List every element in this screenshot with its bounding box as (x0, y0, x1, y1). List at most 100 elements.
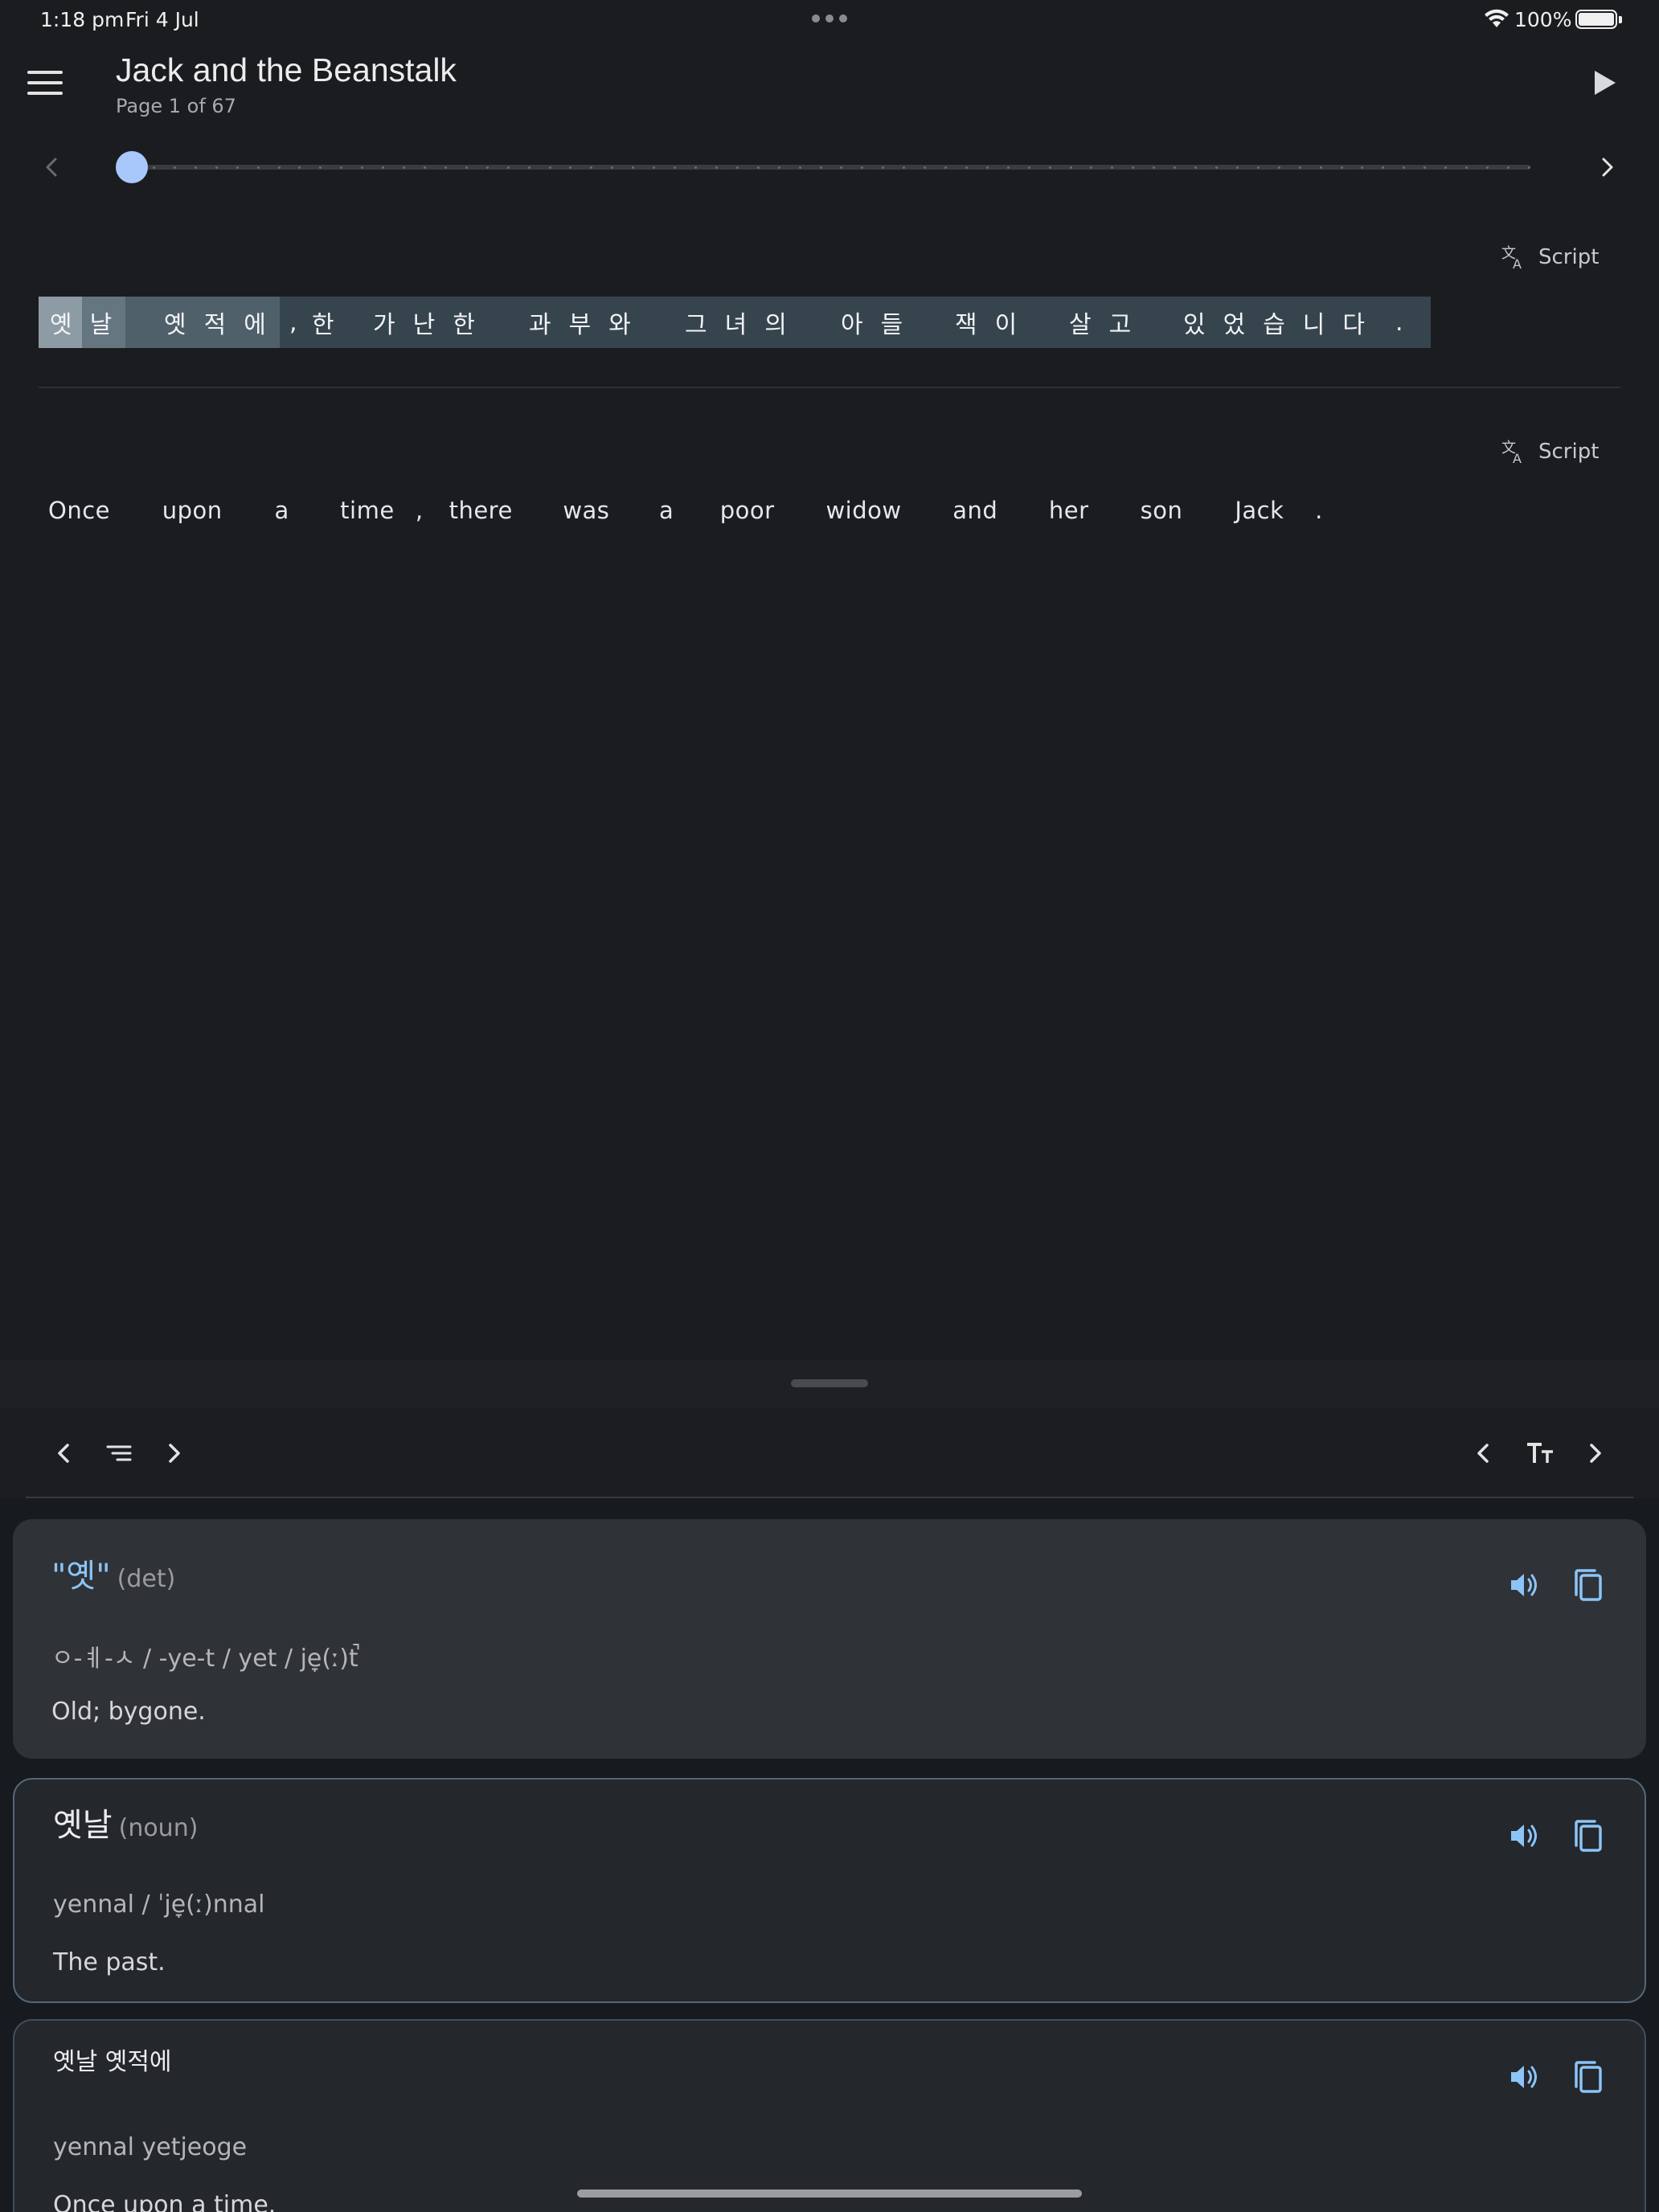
definition-headword-row: "옛" (det) (51, 1550, 175, 1596)
list-icon[interactable] (103, 1437, 135, 1469)
status-bar: 1:18 pm Fri 4 Jul 100% (0, 0, 1659, 39)
copy-icon[interactable] (1571, 1567, 1606, 1603)
word-token[interactable]: a (274, 497, 332, 524)
word-token[interactable]: there (449, 497, 555, 524)
page-indicator: Page 1 of 67 (116, 95, 236, 117)
chevron-right-icon[interactable] (1579, 1437, 1611, 1469)
word-token[interactable]: 있었습니다 (1183, 305, 1395, 340)
page-tick (319, 166, 322, 169)
page-tick (465, 166, 468, 169)
word-token[interactable]: 아들 (841, 305, 955, 340)
page-slider-thumb[interactable] (116, 151, 148, 183)
speaker-icon[interactable] (1506, 1818, 1542, 1854)
hamburger-menu-icon[interactable] (27, 71, 63, 96)
page-tick (1235, 166, 1239, 169)
word-token[interactable]: Once (48, 497, 154, 524)
word-token[interactable]: 잭이 (955, 305, 1069, 340)
script-toggle-button[interactable]: 文 A Script (1500, 241, 1599, 273)
page-tick (1444, 166, 1448, 169)
page-tick (590, 166, 593, 169)
word-token[interactable]: son (1141, 497, 1227, 524)
script-label: Script (1538, 245, 1600, 269)
pronunciation: ㅇ-ㅖ-ㅅ / -ye-t / yet / je̞(ː)t̚ (51, 1645, 358, 1673)
chevron-left-icon[interactable] (48, 1437, 80, 1469)
page-tick (194, 166, 197, 169)
punctuation-token[interactable]: . (1395, 309, 1415, 337)
page-tick (569, 166, 572, 169)
page-tick (361, 166, 364, 169)
page-tick (215, 166, 218, 169)
punctuation-token[interactable]: , (280, 309, 304, 337)
previous-page-chevron-icon[interactable] (35, 151, 68, 183)
page-tick (236, 166, 239, 169)
page-tick (1132, 166, 1135, 169)
page-tick (756, 166, 760, 169)
page-tick (985, 166, 989, 169)
text-size-icon[interactable] (1524, 1437, 1556, 1469)
page-slider-ticks (153, 165, 1530, 170)
definition-card[interactable]: 옛날 옛적에 yennal yetjeoge Once upon a time. (13, 2019, 1646, 2212)
page-tick (798, 166, 801, 169)
page-tick (153, 166, 155, 169)
page-tick (1319, 166, 1322, 169)
translate-icon: 文 A (1501, 440, 1522, 465)
page-tick (611, 166, 614, 169)
svg-text:A: A (1513, 451, 1522, 465)
word-token[interactable]: 살고 (1069, 305, 1183, 340)
page-tick (944, 166, 948, 169)
word-token[interactable]: poor (720, 497, 818, 524)
page-tick (715, 166, 718, 169)
page-tick (1215, 166, 1219, 169)
chevron-left-icon[interactable] (1468, 1437, 1500, 1469)
word-token[interactable]: 한 (304, 305, 373, 340)
panel-divider (39, 387, 1620, 388)
copy-icon[interactable] (1571, 2059, 1606, 2095)
wifi-icon (1485, 9, 1509, 27)
multitasking-dots-icon[interactable] (812, 14, 847, 23)
page-tick (903, 166, 906, 169)
word-token[interactable]: Jack (1235, 497, 1307, 524)
word-token[interactable]: upon (162, 497, 267, 524)
page-tick (485, 166, 489, 169)
home-indicator[interactable] (577, 2189, 1082, 2198)
page-tick (1111, 166, 1114, 169)
word-token[interactable]: 과부와 (529, 305, 685, 340)
punctuation-token[interactable]: . (1315, 497, 1331, 524)
translation-script-toggle-button[interactable]: 文 A Script (1500, 436, 1599, 468)
word-token[interactable]: 그녀의 (685, 305, 841, 340)
punctuation-token[interactable]: , (416, 497, 441, 524)
play-icon[interactable] (1595, 71, 1616, 95)
word-token[interactable]: widow (825, 497, 944, 524)
speaker-icon[interactable] (1506, 2059, 1542, 2095)
definition-card[interactable]: 옛날 (noun) yennal / ˈje̞(ː)nnal The past. (13, 1778, 1646, 2003)
word-token[interactable]: and (952, 497, 1041, 524)
page-tick (1423, 166, 1427, 169)
definition-card[interactable]: "옛" (det) ㅇ-ㅖ-ㅅ / -ye-t / yet / je̞(ː)t̚ … (13, 1519, 1646, 1759)
page-tick (653, 166, 656, 169)
page-tick (423, 166, 426, 169)
page-tick (1027, 166, 1030, 169)
page-tick (819, 166, 822, 169)
speaker-icon[interactable] (1506, 1567, 1542, 1603)
page-tick (548, 166, 551, 169)
word-token[interactable]: 옛날 (39, 305, 125, 340)
next-page-chevron-icon[interactable] (1591, 151, 1624, 183)
word-token[interactable]: was (563, 497, 651, 524)
word-token[interactable]: a (659, 497, 712, 524)
sheet-drag-handle[interactable] (791, 1379, 868, 1387)
part-of-speech: (noun) (118, 1814, 199, 1842)
word-token[interactable]: 가난한 (373, 305, 529, 340)
word-token[interactable]: time (340, 497, 408, 524)
page-tick (1506, 166, 1509, 169)
definition-headword: "옛" (51, 1558, 111, 1595)
page-tick (1256, 166, 1260, 169)
translate-icon: 文 A (1501, 245, 1522, 271)
page-tick (882, 166, 885, 169)
toolbar-divider (26, 1497, 1633, 1498)
page-tick (861, 166, 864, 169)
word-token[interactable]: 옛적에 (125, 305, 280, 340)
word-token[interactable]: her (1049, 497, 1133, 524)
chevron-right-icon[interactable] (158, 1437, 190, 1469)
copy-icon[interactable] (1571, 1818, 1606, 1854)
page-tick (840, 166, 843, 169)
